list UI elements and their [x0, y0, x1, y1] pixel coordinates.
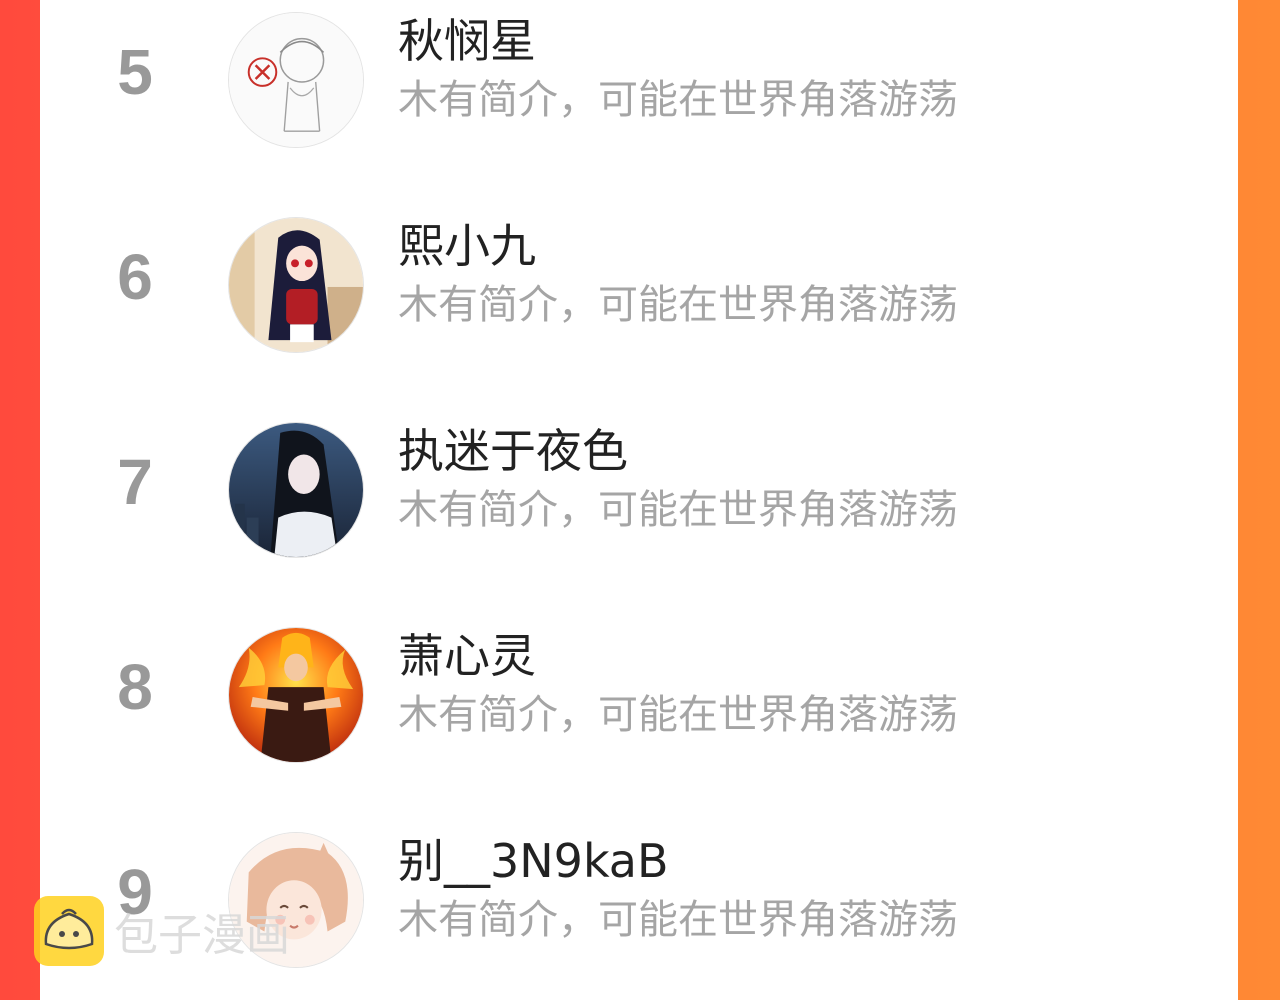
rank-number: 6: [117, 241, 153, 313]
watermark-text: 包子漫画: [114, 910, 290, 961]
night-portrait-avatar-icon[interactable]: [228, 422, 364, 558]
bun-logo-icon: [34, 896, 104, 966]
ranking-row[interactable]: 6 熙小九 木有简介，可能在世界角落游荡: [40, 205, 1238, 365]
watermark: 包子漫画: [34, 896, 290, 966]
ranking-list: 5 秋悯星 木有简介，可能在世界角落游荡 6 熙小九 木有简介，可能在世界角落游…: [40, 0, 1238, 1000]
user-bio: 木有简介，可能在世界角落游荡: [398, 487, 958, 533]
rank-number: 5: [117, 36, 153, 108]
user-name[interactable]: 萧心灵: [398, 631, 536, 682]
rank-number: 7: [117, 446, 153, 518]
chibi-dark-hair-avatar-icon[interactable]: [228, 217, 364, 353]
user-bio: 木有简介，可能在世界角落游荡: [398, 692, 958, 738]
user-name[interactable]: 秋悯星: [398, 16, 536, 67]
flame-warrior-avatar-icon[interactable]: [228, 627, 364, 763]
user-bio: 木有简介，可能在世界角落游荡: [398, 282, 958, 328]
user-name[interactable]: 熙小九: [398, 221, 536, 272]
rank-number: 8: [117, 651, 153, 723]
user-bio: 木有简介，可能在世界角落游荡: [398, 897, 958, 943]
sketch-chibi-avatar-icon[interactable]: [228, 12, 364, 148]
user-name[interactable]: 别__3N9kaB: [398, 836, 669, 887]
user-name[interactable]: 执迷于夜色: [398, 426, 628, 477]
user-bio: 木有简介，可能在世界角落游荡: [398, 77, 958, 123]
ranking-row[interactable]: 8 萧心灵 木有简介，可能在世界角落游荡: [40, 615, 1238, 775]
ranking-row[interactable]: 7 执迷于夜色 木有简介，可能在世界角落游荡: [40, 410, 1238, 570]
ranking-row[interactable]: 5 秋悯星 木有简介，可能在世界角落游荡: [40, 0, 1238, 160]
